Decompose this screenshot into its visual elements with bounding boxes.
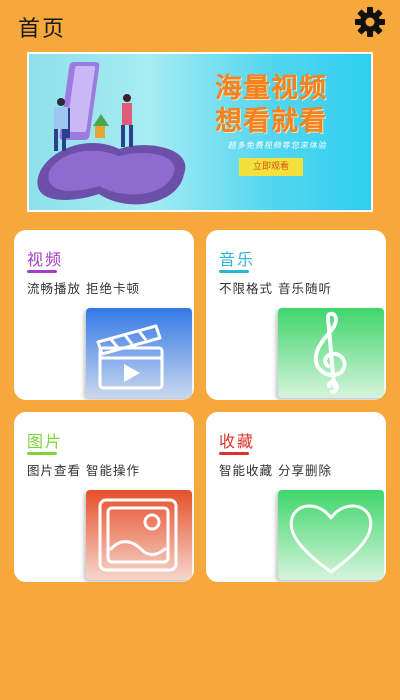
card-desc-music: 不限格式 音乐随听	[219, 281, 332, 296]
favorites-card[interactable]: 收藏 智能收藏 分享删除	[206, 412, 386, 582]
music-tile	[278, 308, 384, 398]
banner-headline-line2: 想看就看	[215, 106, 327, 137]
banner-subline: 超多免费视频等您来体验	[227, 141, 329, 150]
card-underline	[27, 270, 57, 273]
card-title-pictures: 图片	[27, 432, 64, 451]
card-desc-favorites: 智能收藏 分享删除	[219, 463, 332, 478]
card-title-favorites: 收藏	[219, 432, 256, 451]
banner-headline: 海量视频 想看就看	[201, 72, 341, 138]
treble-clef-icon	[313, 311, 347, 394]
card-desc-video: 流畅播放 拒绝卡顿	[27, 281, 140, 296]
watch-now-button[interactable]: 立即观看	[239, 158, 303, 176]
pictures-tile	[86, 490, 192, 580]
heart-icon	[289, 504, 373, 574]
video-card[interactable]: 视频 流畅播放 拒绝卡顿	[14, 230, 194, 400]
favorites-tile	[278, 490, 384, 580]
gear-icon[interactable]	[354, 6, 386, 38]
pictures-card[interactable]: 图片 图片查看 智能操作	[14, 412, 194, 582]
card-desc-pictures: 图片查看 智能操作	[27, 463, 140, 478]
music-card[interactable]: 音乐 不限格式 音乐随听	[206, 230, 386, 400]
card-title-video: 视频	[27, 250, 64, 269]
banner-headline-line1: 海量视频	[215, 73, 327, 104]
promo-banner[interactable]: 海量视频 想看就看 超多免费视频等您来体验 立即观看	[27, 52, 373, 212]
card-underline	[219, 452, 249, 455]
card-underline	[219, 270, 249, 273]
clapperboard-icon	[96, 324, 164, 390]
image-icon	[98, 498, 178, 572]
page-title: 首页	[18, 17, 67, 42]
header-bar: 首页	[0, 0, 400, 50]
card-underline	[27, 452, 57, 455]
card-title-music: 音乐	[219, 250, 256, 269]
video-tile	[86, 308, 192, 398]
